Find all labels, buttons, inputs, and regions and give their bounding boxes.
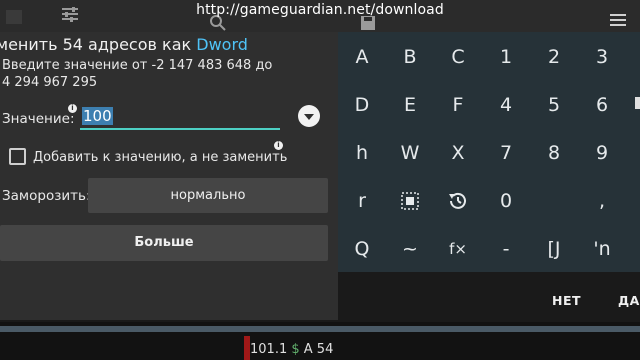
freeze-mode-value: нормально: [170, 188, 246, 203]
key-bracket[interactable]: [J: [532, 227, 576, 271]
key-5[interactable]: 5: [532, 83, 576, 127]
key-b[interactable]: B: [388, 35, 432, 79]
key-tilde[interactable]: ~: [388, 227, 432, 271]
key-w[interactable]: W: [388, 131, 432, 175]
select-all-icon: [401, 192, 419, 210]
more-button-label: Больше: [134, 235, 194, 250]
keyboard-scroll-handle[interactable]: [635, 97, 640, 109]
key-r[interactable]: r: [340, 179, 384, 223]
select-all-key[interactable]: [388, 179, 432, 223]
key-4[interactable]: 4: [484, 83, 528, 127]
freeze-mode-button[interactable]: нормально: [88, 178, 328, 213]
key-6[interactable]: 6: [580, 83, 624, 127]
value-input-text: 100: [82, 107, 113, 125]
key-x[interactable]: X: [436, 131, 480, 175]
key-3[interactable]: 3: [580, 35, 624, 79]
list-item-bar: [0, 326, 640, 332]
ok-button[interactable]: ДА: [618, 293, 640, 308]
key-minus[interactable]: -: [484, 227, 528, 271]
freeze-label: Заморозить:: [2, 188, 91, 204]
dialog-title: менить 54 адресов как Dword: [0, 35, 248, 54]
key-d[interactable]: D: [340, 83, 384, 127]
keyboard: A B C 1 2 3 D E F 4 5 6 h W X 7 8 9 r 0 …: [338, 32, 640, 272]
value-type[interactable]: Dword: [196, 35, 248, 54]
key-2[interactable]: 2: [532, 35, 576, 79]
key-e[interactable]: E: [388, 83, 432, 127]
key-apostrophe-n[interactable]: 'n: [580, 227, 624, 271]
value-label: Значение:: [2, 111, 75, 127]
key-1[interactable]: 1: [484, 35, 528, 79]
key-q[interactable]: Q: [340, 227, 384, 271]
value-input[interactable]: 100: [80, 104, 280, 130]
history-icon: [449, 192, 466, 209]
key-a[interactable]: A: [340, 35, 384, 79]
value-info-icon[interactable]: i: [68, 104, 77, 113]
status-bar-text: 101.1 $ A 54: [250, 342, 333, 357]
key-f[interactable]: F: [436, 83, 480, 127]
key-9[interactable]: 9: [580, 131, 624, 175]
checkbox-info-icon[interactable]: i: [274, 141, 283, 150]
watermark-url: http://gameguardian.net/download: [196, 2, 444, 18]
key-c[interactable]: C: [436, 35, 480, 79]
key-function[interactable]: f×: [436, 227, 480, 271]
key-7[interactable]: 7: [484, 131, 528, 175]
status-value: 101.1: [250, 342, 288, 357]
status-currency: $: [291, 342, 300, 357]
more-button[interactable]: Больше: [0, 225, 328, 261]
status-suffix: A 54: [303, 342, 334, 357]
value-dropdown-button[interactable]: [298, 105, 320, 127]
key-h[interactable]: h: [340, 131, 384, 175]
key-0[interactable]: 0: [484, 179, 528, 223]
key-comma[interactable]: ,: [580, 179, 624, 223]
range-hint-line1: Введите значение от -2 147 483 648 до: [2, 58, 273, 73]
range-hint-line2: 4 294 967 295: [2, 75, 98, 90]
key-dot[interactable]: [532, 179, 576, 223]
history-key[interactable]: [436, 179, 480, 223]
cancel-button[interactable]: НЕТ: [552, 293, 581, 308]
key-8[interactable]: 8: [532, 131, 576, 175]
add-to-value-label[interactable]: Добавить к значению, а не заменить: [33, 150, 287, 165]
add-to-value-checkbox[interactable]: [9, 148, 26, 165]
dialog-title-text: менить 54 адресов как: [0, 35, 197, 54]
